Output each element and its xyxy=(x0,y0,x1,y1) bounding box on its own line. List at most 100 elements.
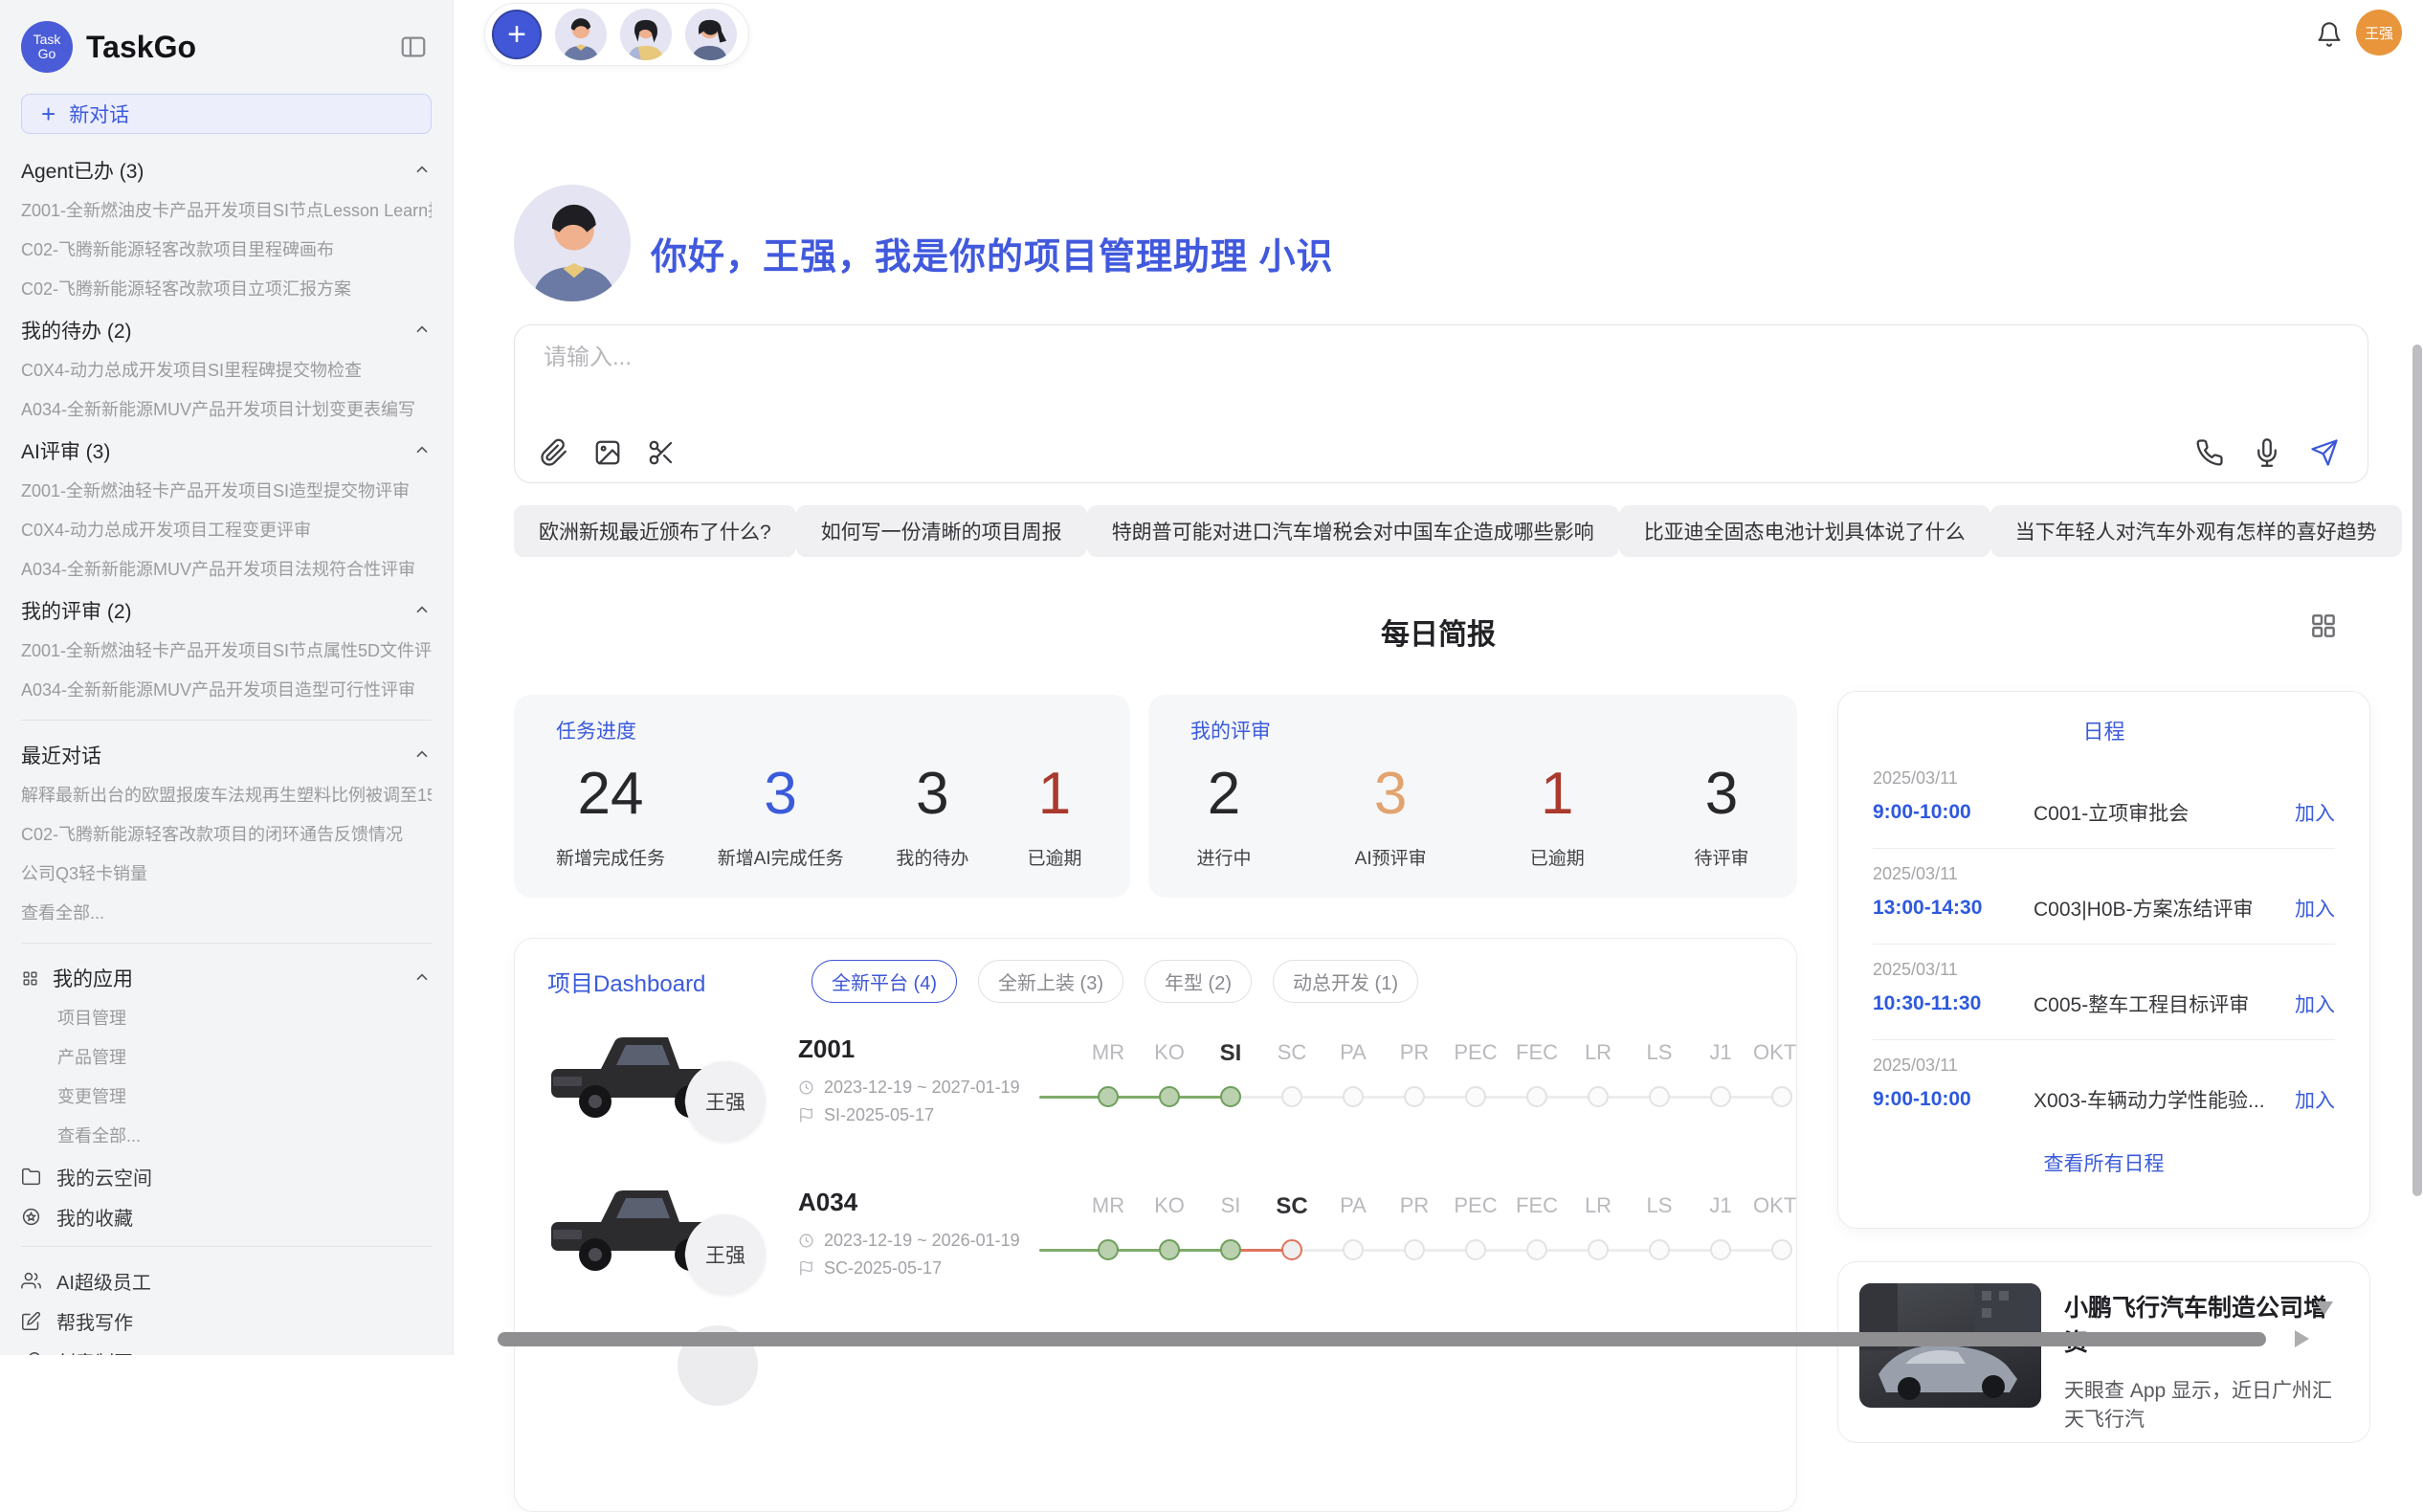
sidebar-item-creative-drawing[interactable]: 创意制图 xyxy=(21,1341,432,1355)
sidebar-list-item[interactable]: A034-全新新能源MUV产品开发项目法规符合性评审 xyxy=(21,550,432,589)
sidebar-list-item[interactable]: C02-飞腾新能源轻客改款项目立项汇报方案 xyxy=(21,270,432,309)
sidebar-list-item[interactable]: C0X4-动力总成开发项目SI里程碑提交物检查 xyxy=(21,351,432,390)
assistant-avatar-2[interactable] xyxy=(620,9,672,60)
join-link[interactable]: 加入 xyxy=(2295,798,2335,827)
milestone-dot xyxy=(1771,1086,1792,1107)
scroll-down-arrow-icon[interactable] xyxy=(2316,1301,2333,1315)
milestone-label: SC xyxy=(1261,1040,1323,1067)
milestone-dot xyxy=(1710,1239,1731,1260)
schedule-item: 2025/03/1113:00-14:30C003|H0B-方案冻结评审加入 xyxy=(1873,849,2335,945)
view-all-schedule-link[interactable]: 查看所有日程 xyxy=(1873,1135,2335,1190)
assistant-avatar-1[interactable] xyxy=(555,9,607,60)
sidebar-list-item[interactable]: 解释最新出台的欧盟报废车法规再生塑料比例被调至15%... xyxy=(21,776,432,815)
divider xyxy=(21,720,432,721)
project-info: Z001 2023-12-19 ~ 2027-01-19 SI-2025-05-17 xyxy=(798,1034,1072,1125)
join-link[interactable]: 加入 xyxy=(2295,894,2335,923)
briefing-layout-icon[interactable] xyxy=(2308,611,2339,641)
suggestion-chip[interactable]: 特朗普可能对进口汽车增税会对中国车企造成哪些影响 xyxy=(1087,505,1619,557)
schedule-list: 2025/03/119:00-10:00C001-立项审批会加入2025/03/… xyxy=(1873,753,2335,1135)
notification-bell-icon[interactable] xyxy=(2316,21,2343,48)
scissors-icon[interactable] xyxy=(647,438,676,467)
suggestion-chip[interactable]: 如何写一份清晰的项目周报 xyxy=(796,505,1087,557)
divider xyxy=(21,943,432,944)
sidebar-list-item[interactable]: 产品管理 xyxy=(21,1038,432,1078)
sidebar-list-item[interactable]: A034-全新新能源MUV产品开发项目造型可行性评审 xyxy=(21,671,432,710)
section-header[interactable]: Agent已办 (3) xyxy=(21,149,432,191)
scroll-right-arrow-icon[interactable] xyxy=(2295,1330,2309,1347)
sidebar-list-item[interactable]: 查看全部... xyxy=(21,1117,432,1156)
milestone-labels: MRKOSISCPAPRPECFECLRLSJ1OKTB xyxy=(1078,1193,1797,1220)
phone-icon[interactable] xyxy=(2195,438,2224,467)
user-avatar[interactable]: 王强 xyxy=(2356,10,2402,56)
date-range: 2023-12-19 ~ 2027-01-19 xyxy=(824,1078,1020,1098)
new-chat-button[interactable]: + 新对话 xyxy=(21,94,432,134)
sidebar-list-item[interactable]: C02-飞腾新能源轻客改款项目里程碑画布 xyxy=(21,231,432,270)
assistant-avatar-3[interactable] xyxy=(685,9,737,60)
news-text: 天眼查 App 显示，近日广州汇天飞行汽 xyxy=(2064,1377,2348,1434)
section-header[interactable]: AI评审 (3) xyxy=(21,430,432,472)
section-header[interactable]: 最近对话 xyxy=(21,734,432,776)
user-avatar-name: 王强 xyxy=(2365,23,2393,43)
chevron-up-icon xyxy=(412,321,432,340)
vertical-scrollbar[interactable] xyxy=(2412,345,2422,1196)
milestone-dots xyxy=(1078,1077,1797,1119)
paperclip-icon[interactable] xyxy=(540,438,568,467)
join-link[interactable]: 加入 xyxy=(2295,1085,2335,1114)
project-row[interactable]: 王强A0342023-12-19 ~ 2026-01-19SC-2025-05-… xyxy=(542,1156,1769,1309)
news-card[interactable]: 小鹏飞行汽车制造公司增资 天眼查 App 显示，近日广州汇天飞行汽 xyxy=(1837,1261,2370,1443)
horizontal-scrollbar[interactable] xyxy=(498,1332,2266,1346)
collapse-sidebar-icon[interactable] xyxy=(399,33,428,61)
microphone-icon[interactable] xyxy=(2253,438,2281,467)
suggestion-chip[interactable]: 比亚迪全固态电池计划具体说了什么 xyxy=(1619,505,1990,557)
chat-input[interactable] xyxy=(544,345,1979,371)
schedule-item: 2025/03/119:00-10:00X003-车辆动力学性能验...加入 xyxy=(1873,1040,2335,1135)
dashboard-tab[interactable]: 年型 (2) xyxy=(1145,960,1252,1003)
milestone-dot xyxy=(1159,1086,1180,1107)
sidebar-list-item[interactable]: C02-飞腾新能源轻客改款项目的闭环通告反馈情况 xyxy=(21,815,432,855)
sidebar-item-cloud-space[interactable]: 我的云空间 xyxy=(21,1156,432,1196)
dashboard-tab[interactable]: 全新上装 (3) xyxy=(978,960,1123,1003)
sidebar-list-item[interactable]: 变更管理 xyxy=(21,1078,432,1117)
milestone-label: FEC xyxy=(1506,1040,1567,1067)
project-row[interactable]: 王强Z0012023-12-19 ~ 2027-01-19SI-2025-05-… xyxy=(542,1003,1769,1156)
sidebar-list-item[interactable]: Z001-全新燃油皮卡产品开发项目SI节点Lesson Learn报告 xyxy=(21,191,432,231)
section-header[interactable]: 我的待办 (2) xyxy=(21,309,432,351)
join-link[interactable]: 加入 xyxy=(2295,989,2335,1018)
image-icon[interactable] xyxy=(593,438,622,467)
sidebar-item-ai-employee[interactable]: AI超级员工 xyxy=(21,1260,432,1301)
creative-drawing-label: 创意制图 xyxy=(56,1347,133,1356)
project-name: Z001 xyxy=(798,1034,1072,1064)
section-header[interactable]: 我的应用 xyxy=(21,957,432,999)
suggestion-chip[interactable]: 当下年轻人对汽车外观有怎样的喜好趋势 xyxy=(1990,505,2402,557)
section-header[interactable]: 我的评审 (2) xyxy=(21,589,432,632)
dashboard-tab[interactable]: 动总开发 (1) xyxy=(1273,960,1418,1003)
sidebar-list-item[interactable]: Z001-全新燃油轻卡产品开发项目SI造型提交物评审 xyxy=(21,472,432,511)
sidebar-list-item[interactable]: C0X4-动力总成开发项目工程变更评审 xyxy=(21,511,432,550)
send-button[interactable] xyxy=(2310,438,2339,467)
sidebar-item-writing-helper[interactable]: 帮我写作 xyxy=(21,1301,432,1341)
schedule-row: 10:30-11:30C005-整车工程目标评审加入 xyxy=(1873,989,2335,1018)
sidebar-item-favorites[interactable]: 我的收藏 xyxy=(21,1196,432,1236)
clock-icon xyxy=(798,1079,814,1096)
milestone-dot xyxy=(1526,1086,1547,1107)
sidebar-list-item[interactable]: Z001-全新燃油轻卡产品开发项目SI节点属性5D文件评审 xyxy=(21,632,432,671)
sidebar-list-item[interactable]: 公司Q3轻卡销量 xyxy=(21,855,432,894)
section-title: 我的待办 (2) xyxy=(21,316,132,345)
track-line-done xyxy=(1039,1096,1231,1099)
project-flag-milestone: SI-2025-05-17 xyxy=(798,1105,1072,1125)
new-chat-label: 新对话 xyxy=(69,100,129,128)
dashboard-tab[interactable]: 全新平台 (4) xyxy=(811,960,957,1003)
chevron-up-icon xyxy=(412,601,432,620)
add-assistant-button[interactable]: + xyxy=(492,10,542,59)
project-dashboard-card: 项目Dashboard 全新平台 (4)全新上装 (3)年型 (2)动总开发 (… xyxy=(514,938,1797,1512)
stat-label: 进行中 xyxy=(1190,844,1257,870)
sidebar-list-item[interactable]: 项目管理 xyxy=(21,999,432,1038)
sidebar-list-item[interactable]: 查看全部... xyxy=(21,894,432,933)
news-title: 小鹏飞行汽车制造公司增资 xyxy=(2064,1289,2348,1358)
milestone-label: SI xyxy=(1200,1193,1261,1220)
sidebar-list-item[interactable]: A034-全新新能源MUV产品开发项目计划变更表编写 xyxy=(21,390,432,430)
suggestion-chip[interactable]: 欧洲新规最近颁布了什么? xyxy=(514,505,796,557)
app-title: TaskGo xyxy=(86,30,196,65)
greeting-title: 你好，王强，我是你的项目管理助理 小识 xyxy=(651,227,1334,279)
apps-grid-icon xyxy=(21,969,39,988)
